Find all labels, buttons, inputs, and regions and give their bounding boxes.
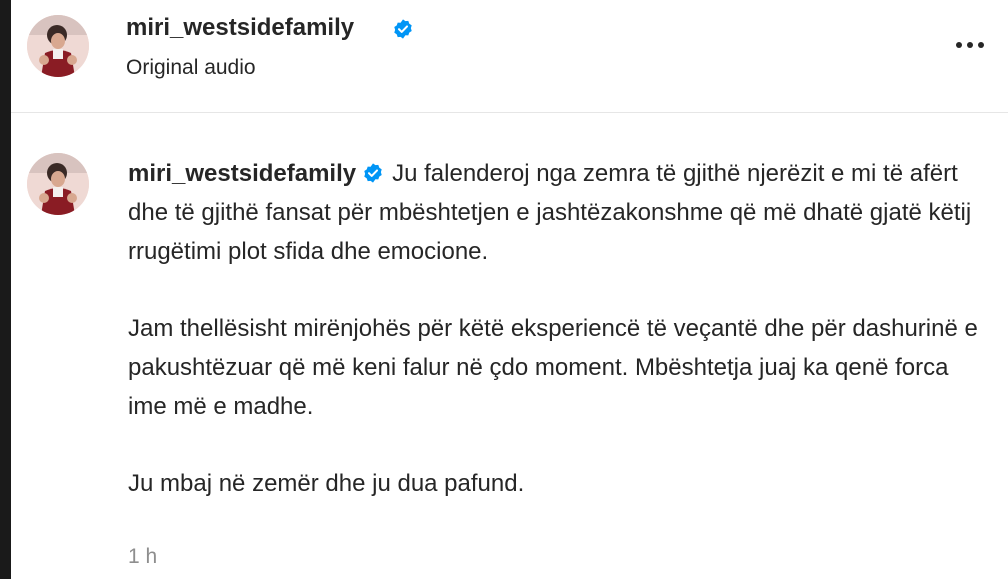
left-edge (0, 0, 11, 579)
more-options-button[interactable] (945, 30, 995, 60)
verified-badge-icon (364, 163, 382, 183)
page: miri_westsidefamily Original audio miri_… (0, 0, 1008, 579)
profile-avatar[interactable] (27, 15, 89, 77)
caption: miri_westsidefamily Ju falenderoj nga zem… (128, 154, 988, 503)
more-horizontal-icon (978, 42, 984, 48)
divider (11, 112, 1008, 113)
verified-badge-icon (394, 19, 412, 39)
post-username[interactable]: miri_westsidefamily (126, 14, 354, 42)
timestamp: 1 h (128, 545, 158, 568)
more-horizontal-icon (956, 42, 962, 48)
caption-username[interactable]: miri_westsidefamily (128, 160, 356, 187)
caption-paragraph: Ju mbaj në zemër dhe ju dua pafund. (128, 470, 525, 497)
caption-avatar[interactable] (27, 153, 89, 215)
audio-label[interactable]: Original audio (126, 56, 256, 80)
caption-paragraph: Jam thellësisht mirënjohës për këtë eksp… (128, 315, 978, 420)
caption-paragraph: miri_westsidefamily Ju falenderoj nga zem… (128, 154, 988, 271)
more-horizontal-icon (967, 42, 973, 48)
